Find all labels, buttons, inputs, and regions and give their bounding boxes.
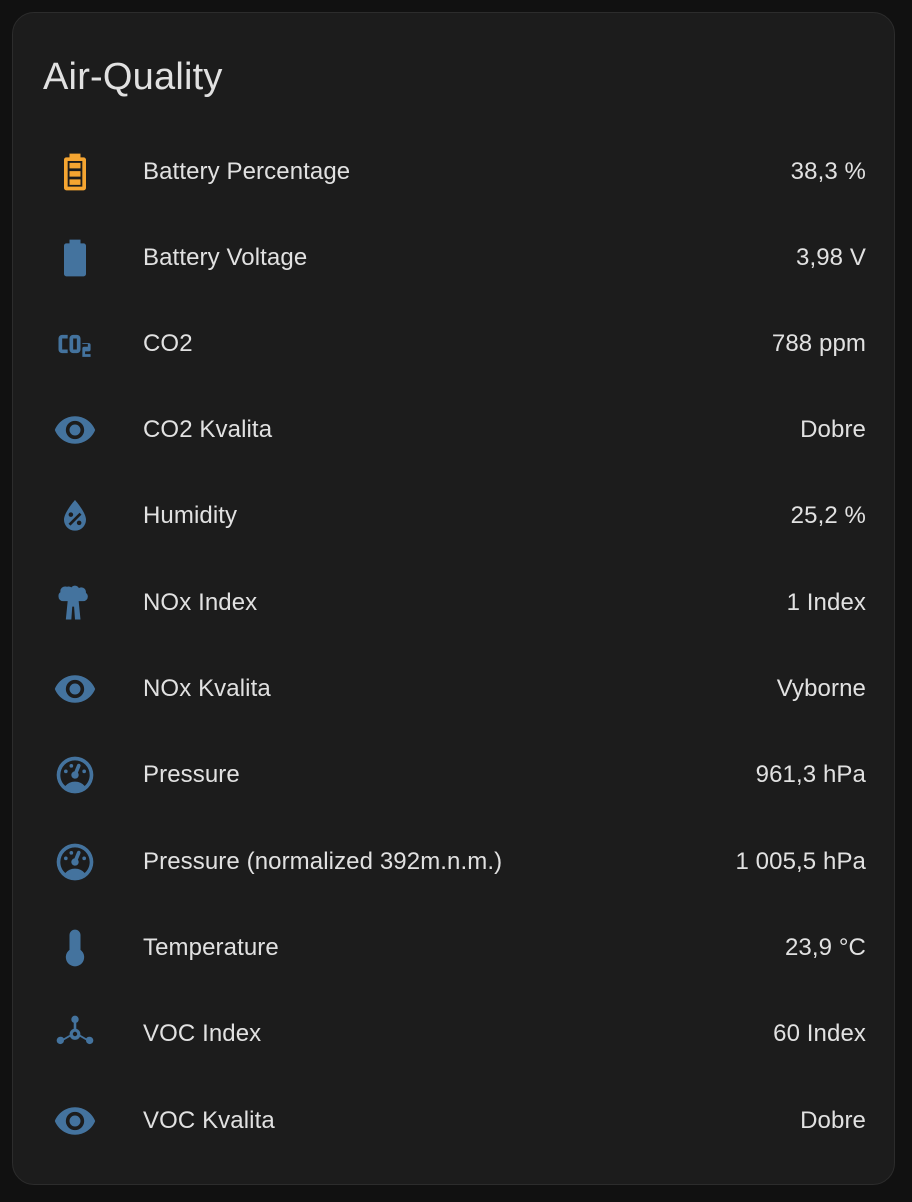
entity-value: Dobre bbox=[800, 416, 866, 443]
entity-name: Battery Voltage bbox=[143, 244, 308, 271]
entity-row-voc-index[interactable]: VOC Index 60 Index bbox=[13, 991, 894, 1077]
entity-row-pressure[interactable]: Pressure 961,3 hPa bbox=[13, 732, 894, 818]
entity-value: 60 Index bbox=[773, 1020, 866, 1047]
entity-value: 38,3 % bbox=[790, 158, 866, 185]
water-percent-icon bbox=[53, 494, 97, 538]
entity-name: NOx Index bbox=[143, 589, 258, 616]
entity-value: 788 ppm bbox=[771, 330, 866, 357]
entity-name: Battery Percentage bbox=[143, 158, 351, 185]
entity-row-humidity[interactable]: Humidity 25,2 % bbox=[13, 473, 894, 559]
entity-value: Dobre bbox=[800, 1107, 866, 1134]
entity-row-voc-kvalita[interactable]: VOC Kvalita Dobre bbox=[13, 1078, 894, 1164]
entity-row-battery-percentage[interactable]: Battery Percentage 38,3 % bbox=[13, 129, 894, 215]
smoke-stacks-icon bbox=[53, 581, 97, 625]
thermometer-icon bbox=[53, 926, 97, 970]
entity-name: VOC Index bbox=[143, 1020, 262, 1047]
entities-card: Air-Quality Battery Percentage 38,3 % Ba… bbox=[12, 12, 895, 1185]
molecule-co2-icon bbox=[53, 322, 97, 366]
entity-row-co2[interactable]: CO2 788 ppm bbox=[13, 301, 894, 387]
entity-value: 23,9 °C bbox=[784, 934, 866, 961]
entity-name: VOC Kvalita bbox=[143, 1107, 275, 1134]
entity-value: 3,98 V bbox=[796, 244, 866, 271]
entity-value: 961,3 hPa bbox=[755, 761, 866, 788]
entity-row-co2-kvalita[interactable]: CO2 Kvalita Dobre bbox=[13, 387, 894, 473]
entity-name: Temperature bbox=[143, 934, 279, 961]
entity-name: CO2 Kvalita bbox=[143, 416, 273, 443]
entity-value: 25,2 % bbox=[790, 502, 866, 529]
gauge-icon bbox=[53, 753, 97, 797]
entity-row-nox-index[interactable]: NOx Index 1 Index bbox=[13, 560, 894, 646]
entity-value: Vyborne bbox=[776, 675, 866, 702]
entity-name: Pressure bbox=[143, 761, 240, 788]
entity-name: Humidity bbox=[143, 502, 238, 529]
battery-40-icon bbox=[53, 150, 97, 194]
eye-icon bbox=[53, 408, 97, 452]
entity-row-nox-kvalita[interactable]: NOx Kvalita Vyborne bbox=[13, 646, 894, 732]
entity-name: CO2 bbox=[143, 330, 193, 357]
entity-value: 1 005,5 hPa bbox=[735, 848, 866, 875]
eye-icon bbox=[53, 1099, 97, 1143]
gauge-icon bbox=[53, 840, 97, 884]
entity-name: Pressure (normalized 392m.n.m.) bbox=[143, 848, 503, 875]
molecule-icon bbox=[53, 1012, 97, 1056]
entity-row-pressure-normalized[interactable]: Pressure (normalized 392m.n.m.) 1 005,5 … bbox=[13, 819, 894, 905]
entity-name: NOx Kvalita bbox=[143, 675, 271, 702]
entity-row-temperature[interactable]: Temperature 23,9 °C bbox=[13, 905, 894, 991]
eye-icon bbox=[53, 667, 97, 711]
entity-value: 1 Index bbox=[786, 589, 866, 616]
card-title: Air-Quality bbox=[43, 56, 223, 98]
battery-icon bbox=[53, 236, 97, 280]
entity-row-battery-voltage[interactable]: Battery Voltage 3,98 V bbox=[13, 215, 894, 301]
